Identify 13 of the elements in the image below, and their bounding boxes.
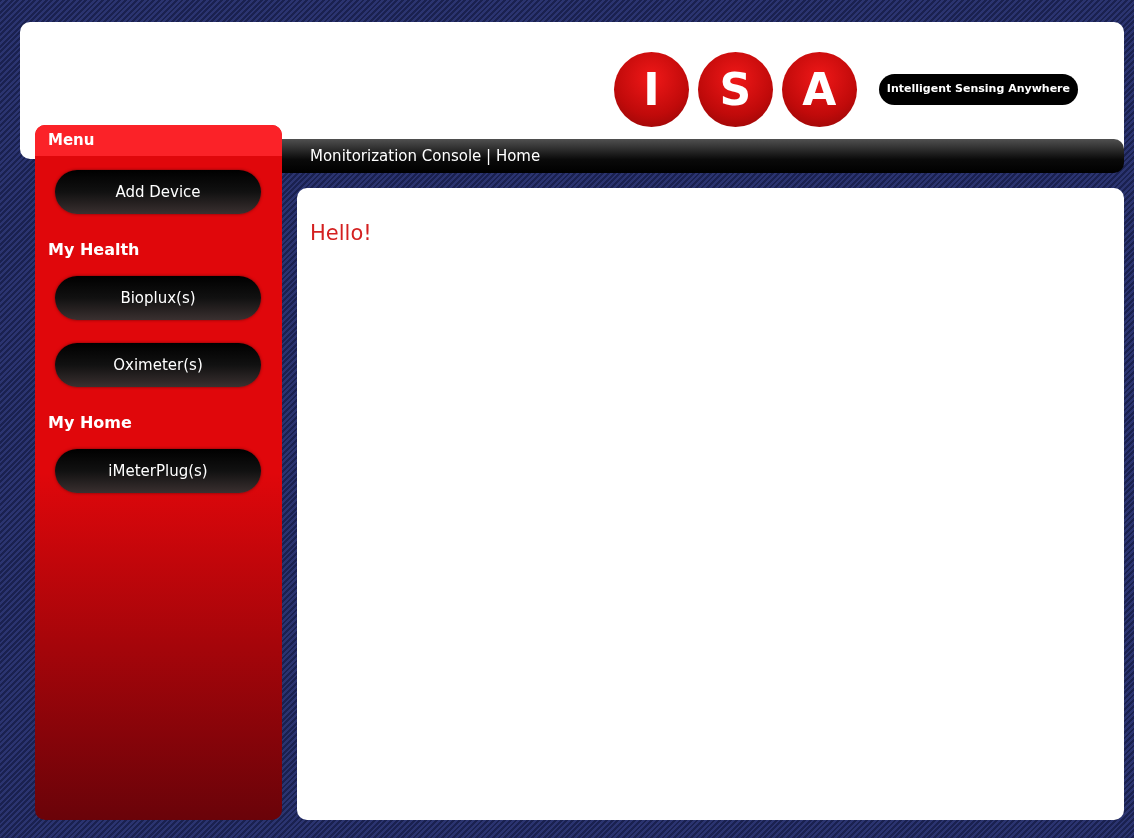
tagline: Intelligent Sensing Anywhere bbox=[878, 74, 1078, 105]
logo-letter: S bbox=[697, 52, 773, 127]
menu-button[interactable]: Bioplux(s) bbox=[55, 276, 261, 320]
logo-letter: A bbox=[781, 52, 857, 127]
menu-button[interactable]: Oximeter(s) bbox=[55, 343, 261, 387]
logo-letter: I bbox=[613, 52, 689, 127]
menu-title: Menu bbox=[48, 130, 95, 152]
menu-heading: My Health bbox=[47, 239, 141, 261]
greeting: Hello! bbox=[310, 221, 372, 245]
menu-heading: My Home bbox=[47, 412, 133, 434]
menu-button[interactable]: iMeterPlug(s) bbox=[55, 449, 261, 493]
menu-button[interactable]: Add Device bbox=[55, 170, 261, 214]
breadcrumb: Monitorization Console | Home bbox=[310, 145, 541, 167]
